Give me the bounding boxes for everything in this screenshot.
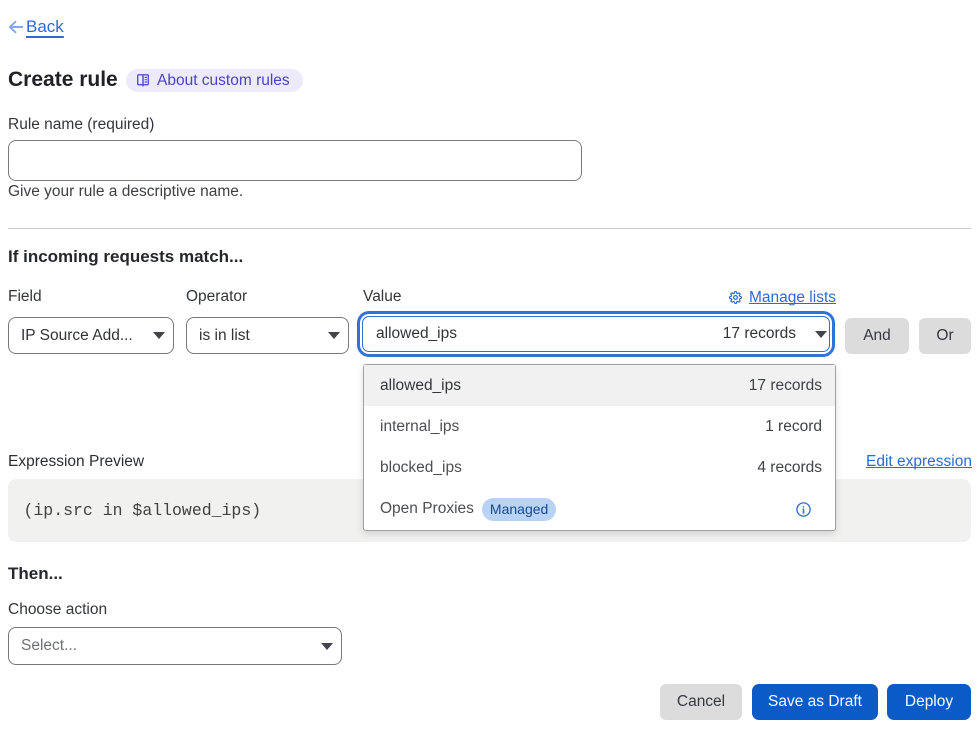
svg-text:i: i [802,505,805,516]
